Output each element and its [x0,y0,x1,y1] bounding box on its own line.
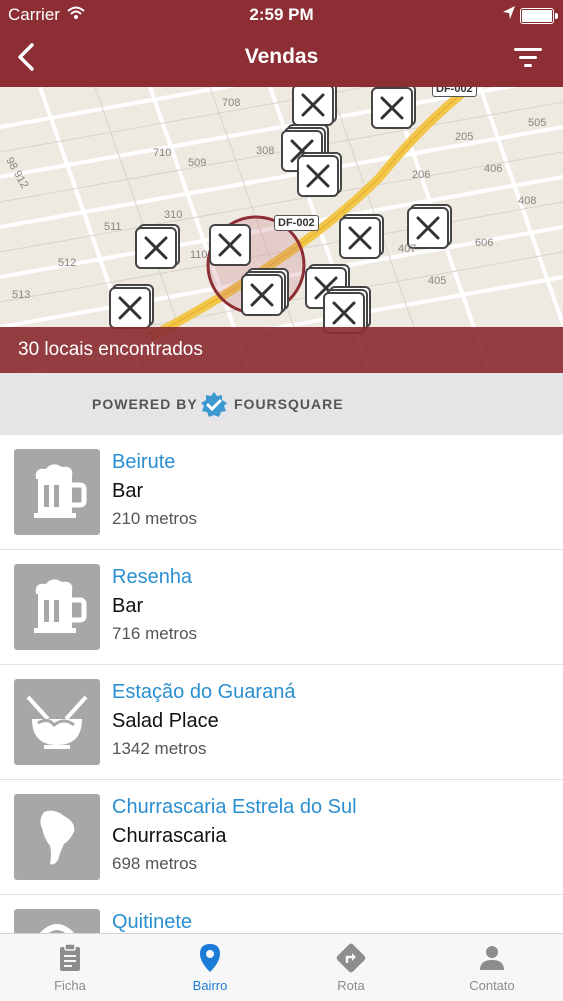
results-bar: 30 locais encontrados [0,327,563,373]
list-item[interactable]: Resenha Bar 716 metros [0,550,563,665]
road-shield-label: DF-002 [278,217,315,229]
tab-ficha[interactable]: Ficha [0,934,140,1001]
block-label: 407 [398,243,417,255]
block-label: 206 [412,169,431,181]
route-sign-icon [336,943,366,973]
tab-bar: Ficha Bairro Rota Contato [0,933,563,1001]
place-category: Bar [112,595,144,617]
battery-icon [520,8,558,24]
block-label: 308 [256,145,275,157]
list-item[interactable]: Beirute Bar 210 metros [0,435,563,550]
powered-by-label: POWERED BY [92,396,198,412]
block-label: 505 [528,117,547,129]
place-distance: 698 metros [112,854,198,873]
tab-rota[interactable]: Rota [281,934,421,1001]
block-label: 708 [222,97,241,109]
list-item[interactable]: Estação do Guaraná Salad Place 1342 metr… [0,665,563,780]
road-shield-label: DF-002 [436,87,473,95]
block-label: 509 [188,157,207,169]
results-count: 30 locais encontrados [18,339,203,360]
place-distance: 716 metros [112,624,198,643]
place-distance: 210 metros [112,509,198,528]
block-label: 110 [190,249,208,261]
location-arrow-icon [503,6,515,19]
foursquare-logo-icon [201,392,227,417]
tab-contato[interactable]: Contato [422,934,562,1001]
road-shield: DF-002 [432,87,477,97]
clipboard-icon [60,943,80,971]
place-category: Salad Place [112,710,219,732]
block-label: 512 [58,257,77,269]
block-label: 710 [153,147,172,159]
filter-icon[interactable] [513,46,543,70]
tab-bairro[interactable]: Bairro [140,934,280,1001]
place-distance: 1342 metros [112,739,207,758]
block-label: 205 [455,131,474,143]
block-label: 606 [475,237,494,249]
map-view[interactable]: 708 710 509 308 310 511 512 513 110 205 … [0,87,563,373]
south-america-icon [14,794,100,880]
list-item[interactable]: Quitinete [0,895,563,933]
powered-by-banner: POWERED BY FOURSQUARE [0,373,563,435]
block-label: 511 [104,221,122,233]
tab-label: Rota [337,978,365,993]
block-label: 513 [12,289,31,301]
place-category: Bar [112,480,144,502]
header: Carrier 2:59 PM Vendas [0,0,563,87]
tab-label: Contato [469,978,515,993]
beer-mug-icon [14,449,100,535]
road-shield: DF-002 [274,215,319,231]
list-item[interactable]: Churrascaria Estrela do Sul Churrascaria… [0,780,563,895]
block-label: 310 [164,209,183,221]
block-label: 405 [428,275,447,287]
place-name[interactable]: Beirute [112,451,175,474]
tab-label: Bairro [192,978,228,993]
restaurant-icon [14,909,100,933]
beer-mug-icon [14,564,100,650]
page-title: Vendas [244,45,319,68]
tab-label: Ficha [54,978,86,993]
block-label: 406 [484,163,503,175]
block-label: 98 912 [3,155,31,191]
places-list[interactable]: Beirute Bar 210 metros Resenha Bar 716 m… [0,435,563,933]
foursquare-label: FOURSQUARE [234,396,344,412]
place-name[interactable]: Churrascaria Estrela do Sul [112,796,357,819]
place-name[interactable]: Quitinete [112,911,192,933]
map-pin-icon [200,944,220,972]
person-icon [480,946,504,970]
place-name[interactable]: Estação do Guaraná [112,681,295,704]
salad-bowl-icon [14,679,100,765]
place-name[interactable]: Resenha [112,566,192,589]
clock: 2:59 PM [249,5,314,24]
block-label: 408 [518,195,537,207]
status-bar: Carrier 2:59 PM [0,0,563,30]
place-category: Churrascaria [112,825,227,847]
